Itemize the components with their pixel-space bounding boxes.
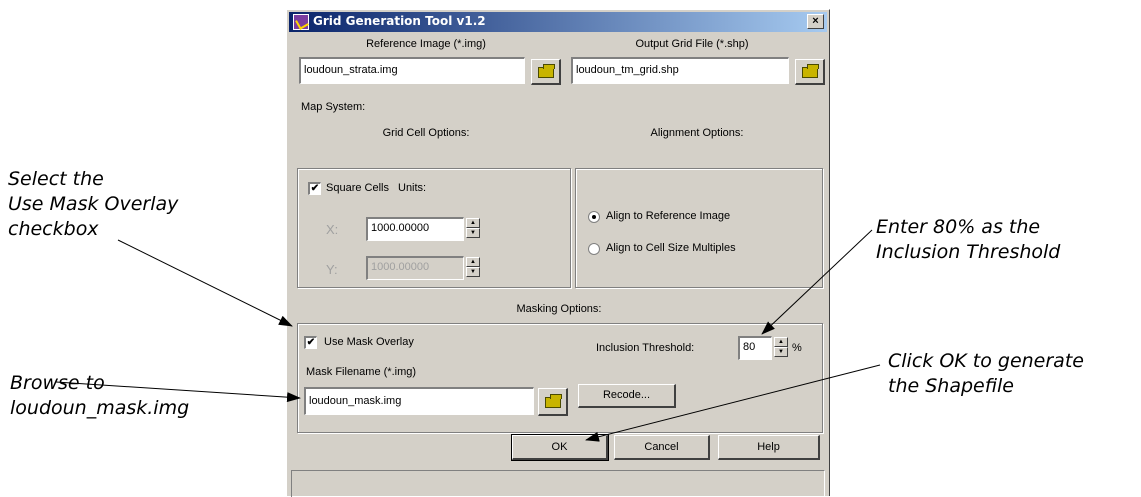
inclusion-threshold-spinner[interactable]: ▲ ▼: [774, 337, 788, 357]
cell-size-y-spinner: ▲ ▼: [466, 257, 480, 277]
window-title: Grid Generation Tool v1.2: [313, 14, 486, 28]
spin-down-icon: ▼: [466, 267, 480, 277]
output-grid-input[interactable]: loudoun_tm_grid.shp: [571, 57, 789, 84]
cell-size-x-input[interactable]: 1000.00000: [366, 217, 464, 241]
x-label: X:: [326, 222, 339, 237]
callout-enter-line-2: Inclusion Threshold: [876, 241, 1061, 263]
map-system-label: Map System:: [301, 101, 366, 113]
cancel-button[interactable]: Cancel: [614, 435, 710, 460]
callout-click-line-1: Click OK to generate: [888, 350, 1084, 372]
grid-cell-options-group: ✔ Square Cells Units: X: 1000.00000 ▲ ▼ …: [297, 168, 571, 288]
masking-options-group: ✔ Use Mask Overlay Inclusion Threshold: …: [297, 323, 823, 433]
reference-image-input[interactable]: loudoun_strata.img: [299, 57, 525, 84]
status-bar: [291, 470, 825, 497]
masking-options-label: Masking Options:: [516, 303, 602, 315]
mask-filename-label: Mask Filename (*.img): [306, 366, 417, 378]
folder-open-icon: [801, 63, 819, 78]
align-reference-radio[interactable]: [588, 211, 600, 223]
callout-enter-threshold: Enter 80% as the Inclusion Threshold: [876, 215, 1060, 265]
callout-browse-line-2: loudoun_mask.img: [10, 397, 190, 419]
recode-button[interactable]: Recode...: [578, 384, 676, 408]
callout-click-line-2: the Shapefile: [888, 375, 1014, 397]
align-cell-size-radio[interactable]: [588, 243, 600, 255]
callout-select-line-1: Select the: [8, 168, 104, 190]
grid-generation-dialog: Grid Generation Tool v1.2 × Reference Im…: [286, 9, 830, 497]
output-grid-label: Output Grid File (*.shp): [635, 38, 749, 50]
reference-browse-button[interactable]: [531, 59, 561, 85]
reference-image-label: Reference Image (*.img): [366, 38, 486, 50]
output-browse-button[interactable]: [795, 59, 825, 85]
square-cells-checkbox[interactable]: ✔: [308, 182, 321, 195]
title-bar[interactable]: Grid Generation Tool v1.2 ×: [289, 12, 827, 32]
inclusion-threshold-label: Inclusion Threshold:: [596, 342, 695, 354]
arrow-select-mask: [117, 239, 293, 327]
callout-select-line-3: checkbox: [8, 218, 99, 240]
spin-up-icon: ▲: [466, 257, 480, 267]
callout-browse-mask: Browse to loudoun_mask.img: [10, 371, 189, 421]
folder-open-icon: [537, 63, 555, 78]
callout-enter-line-1: Enter 80% as the: [876, 216, 1041, 238]
callout-select-mask: Select the Use Mask Overlay checkbox: [8, 167, 178, 242]
app-icon: [293, 14, 309, 30]
ok-button[interactable]: OK: [511, 434, 609, 461]
mask-filename-input[interactable]: loudoun_mask.img: [304, 387, 534, 415]
help-button[interactable]: Help: [718, 435, 820, 460]
units-label: Units:: [398, 182, 427, 194]
spin-up-icon[interactable]: ▲: [466, 218, 480, 228]
alignment-options-group: Align to Reference Image Align to Cell S…: [575, 168, 823, 288]
callout-click-ok: Click OK to generate the Shapefile: [888, 349, 1084, 399]
grid-cell-options-label: Grid Cell Options:: [382, 127, 470, 139]
align-cell-size-label: Align to Cell Size Multiples: [606, 242, 736, 254]
square-cells-label: Square Cells: [326, 182, 389, 194]
y-label: Y:: [326, 262, 338, 277]
spin-down-icon[interactable]: ▼: [774, 347, 788, 357]
callout-browse-line-1: Browse to: [10, 372, 105, 394]
use-mask-overlay-checkbox[interactable]: ✔: [304, 336, 317, 349]
align-reference-label: Align to Reference Image: [606, 210, 731, 222]
close-button[interactable]: ×: [807, 14, 824, 29]
callout-select-line-2: Use Mask Overlay: [8, 193, 179, 215]
mask-browse-button[interactable]: [538, 388, 568, 416]
percent-label: %: [792, 342, 802, 354]
folder-open-icon: [544, 393, 562, 408]
cell-size-y-input: 1000.00000: [366, 256, 464, 280]
spin-up-icon[interactable]: ▲: [774, 337, 788, 347]
use-mask-overlay-label: Use Mask Overlay: [324, 336, 414, 348]
alignment-options-label: Alignment Options:: [650, 127, 744, 139]
cell-size-x-spinner[interactable]: ▲ ▼: [466, 218, 480, 238]
inclusion-threshold-input[interactable]: 80: [738, 336, 772, 360]
spin-down-icon[interactable]: ▼: [466, 228, 480, 238]
